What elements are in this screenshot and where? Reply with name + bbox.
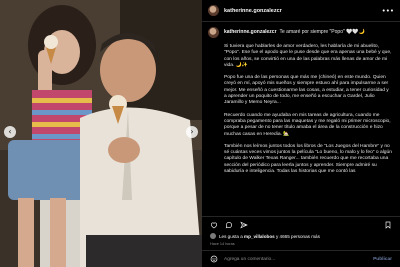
share-icon[interactable] [240, 221, 248, 229]
heart-icon[interactable] [210, 221, 218, 229]
comment-bar: Agrega un comentario... Publicar [202, 250, 400, 267]
caption-lead: Te amaré por siempre "Popo" 🤍🤍🌙 [279, 29, 365, 35]
liker-avatar [210, 233, 216, 239]
previous-photo-button[interactable]: ‹ [4, 126, 16, 138]
post-photo[interactable]: ‹ › [0, 0, 202, 267]
caption-paragraph: Si tuviera que hablarles de amor verdade… [224, 44, 392, 68]
smiley-icon[interactable] [210, 255, 218, 263]
likes-text: Les gusta a mp_villalobos y 4665 persona… [219, 234, 320, 239]
likes-prefix: Les gusta a [219, 233, 243, 239]
caption-paragraph: Popo fue una de las personas que más me … [224, 75, 389, 106]
post-modal: ‹ › katherinne.gonzalezcr ••• katherinne… [0, 0, 400, 267]
post-details: katherinne.gonzalezcr ••• katherinne.gon… [202, 0, 400, 267]
likes-suffix[interactable]: y 4665 personas más [276, 234, 320, 239]
more-icon[interactable]: ••• [382, 7, 394, 15]
next-photo-button[interactable]: › [186, 126, 198, 138]
likes-user[interactable]: mp_villalobos [244, 234, 275, 239]
post-timestamp[interactable]: Hace 14 horas [202, 240, 400, 248]
post-header: katherinne.gonzalezcr ••• [202, 0, 400, 22]
caption-paragraph: Recuerdo cuando me ayudaba en mis tareas… [224, 112, 391, 137]
caption-username[interactable]: katherinne.gonzalezcr [224, 29, 277, 35]
action-bar [202, 216, 400, 232]
likes-summary[interactable]: Les gusta a mp_villalobos y 4665 persona… [202, 232, 400, 240]
caption-paragraph: También nos leímos juntos todos los libr… [224, 143, 392, 175]
post-comment-button[interactable]: Publicar [373, 257, 392, 262]
caption-body[interactable]: Si tuviera que hablarles de amor verdade… [202, 42, 400, 216]
author-username[interactable]: katherinne.gonzalezcr [224, 8, 282, 14]
caption-avatar[interactable] [208, 26, 219, 38]
photo-illustration [0, 0, 202, 267]
caption-header: katherinne.gonzalezcr Te amaré por siemp… [202, 22, 400, 42]
bookmark-icon[interactable] [384, 221, 392, 229]
comment-icon[interactable] [225, 221, 233, 229]
comment-input[interactable]: Agrega un comentario... [224, 257, 373, 262]
author-avatar[interactable] [208, 5, 219, 16]
